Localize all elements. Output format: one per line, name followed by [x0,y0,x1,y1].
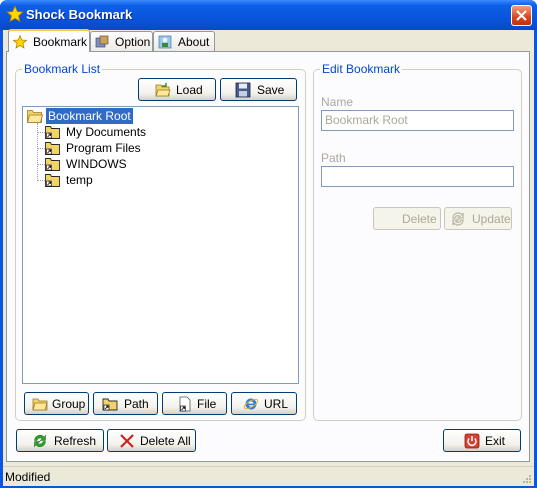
load-button[interactable]: Load [138,78,216,101]
folder-shortcut-icon [102,398,118,410]
name-label: Name [321,95,354,109]
floppy-disk-icon [235,82,251,97]
folder-shortcut-icon [45,174,60,187]
folder-shortcut-icon [45,142,60,155]
delete-label: Delete [402,211,437,226]
group-title: Bookmark List [22,62,103,76]
star-icon [13,35,27,49]
exit-button[interactable]: Exit [443,429,521,452]
internet-explorer-icon [243,398,259,409]
add-path-button[interactable]: Path [93,392,158,415]
path-field[interactable] [321,166,514,187]
tree-node-label: WINDOWS [66,157,127,171]
file-label: File [197,396,217,411]
tab-bookmark[interactable]: Bookmark [8,29,90,52]
refresh-icon [452,211,464,226]
folder-icon [32,398,48,410]
tree-line [38,180,45,181]
tab-label: Bookmark [33,35,88,49]
tree-node-label: Program Files [66,141,141,155]
tab-option[interactable]: Option [90,31,153,51]
window-title: Shock Bookmark [26,7,133,22]
save-button[interactable]: Save [220,78,297,101]
red-x-icon [120,433,134,448]
refresh-button[interactable]: Refresh [16,429,104,452]
folder-shortcut-icon [45,126,60,139]
tree-node-label: Bookmark Root [46,108,133,124]
folder-shortcut-icon [45,158,60,171]
close-button[interactable] [511,5,532,26]
add-file-button[interactable]: File [162,392,227,415]
exit-label: Exit [485,433,506,448]
status-bar: Modified [3,466,534,486]
tab-about[interactable]: About [153,31,215,51]
tree-node-label: temp [66,173,93,187]
star-icon [6,5,24,23]
refresh-icon [34,434,46,447]
tree-line [38,132,45,133]
update-button[interactable]: Update [444,207,512,230]
tree-node-label: My Documents [66,125,147,139]
title-bar[interactable]: Shock Bookmark [0,0,537,30]
save-label: Save [257,82,285,97]
resize-grip-icon[interactable] [520,472,532,484]
url-label: URL [264,396,289,411]
delete-all-label: Delete All [140,433,191,448]
folder-open-icon [155,82,171,96]
close-icon [516,10,527,21]
bookmark-tree[interactable]: Bookmark Root My Documents Program Files… [22,106,299,384]
load-label: Load [176,82,203,97]
name-field[interactable]: Bookmark Root [321,110,514,131]
tree-line [38,164,45,165]
add-group-button[interactable]: Group [24,392,89,415]
about-icon [158,35,172,49]
refresh-label: Refresh [54,433,97,448]
add-url-button[interactable]: URL [231,392,297,415]
group-title: Edit Bookmark [320,62,403,76]
status-text: Modified [5,470,51,484]
tab-label: Option [115,35,151,49]
file-shortcut-icon [179,396,191,411]
options-icon [95,35,109,48]
update-label: Update [472,211,511,226]
tree-line [38,148,45,149]
folder-open-icon [27,110,43,123]
power-icon [464,433,480,448]
group-label: Group [52,396,86,411]
delete-button[interactable]: Delete [373,207,441,230]
delete-all-button[interactable]: Delete All [107,429,196,452]
path-label: Path [321,151,346,165]
path-label: Path [124,396,149,411]
tab-label: About [178,35,210,49]
